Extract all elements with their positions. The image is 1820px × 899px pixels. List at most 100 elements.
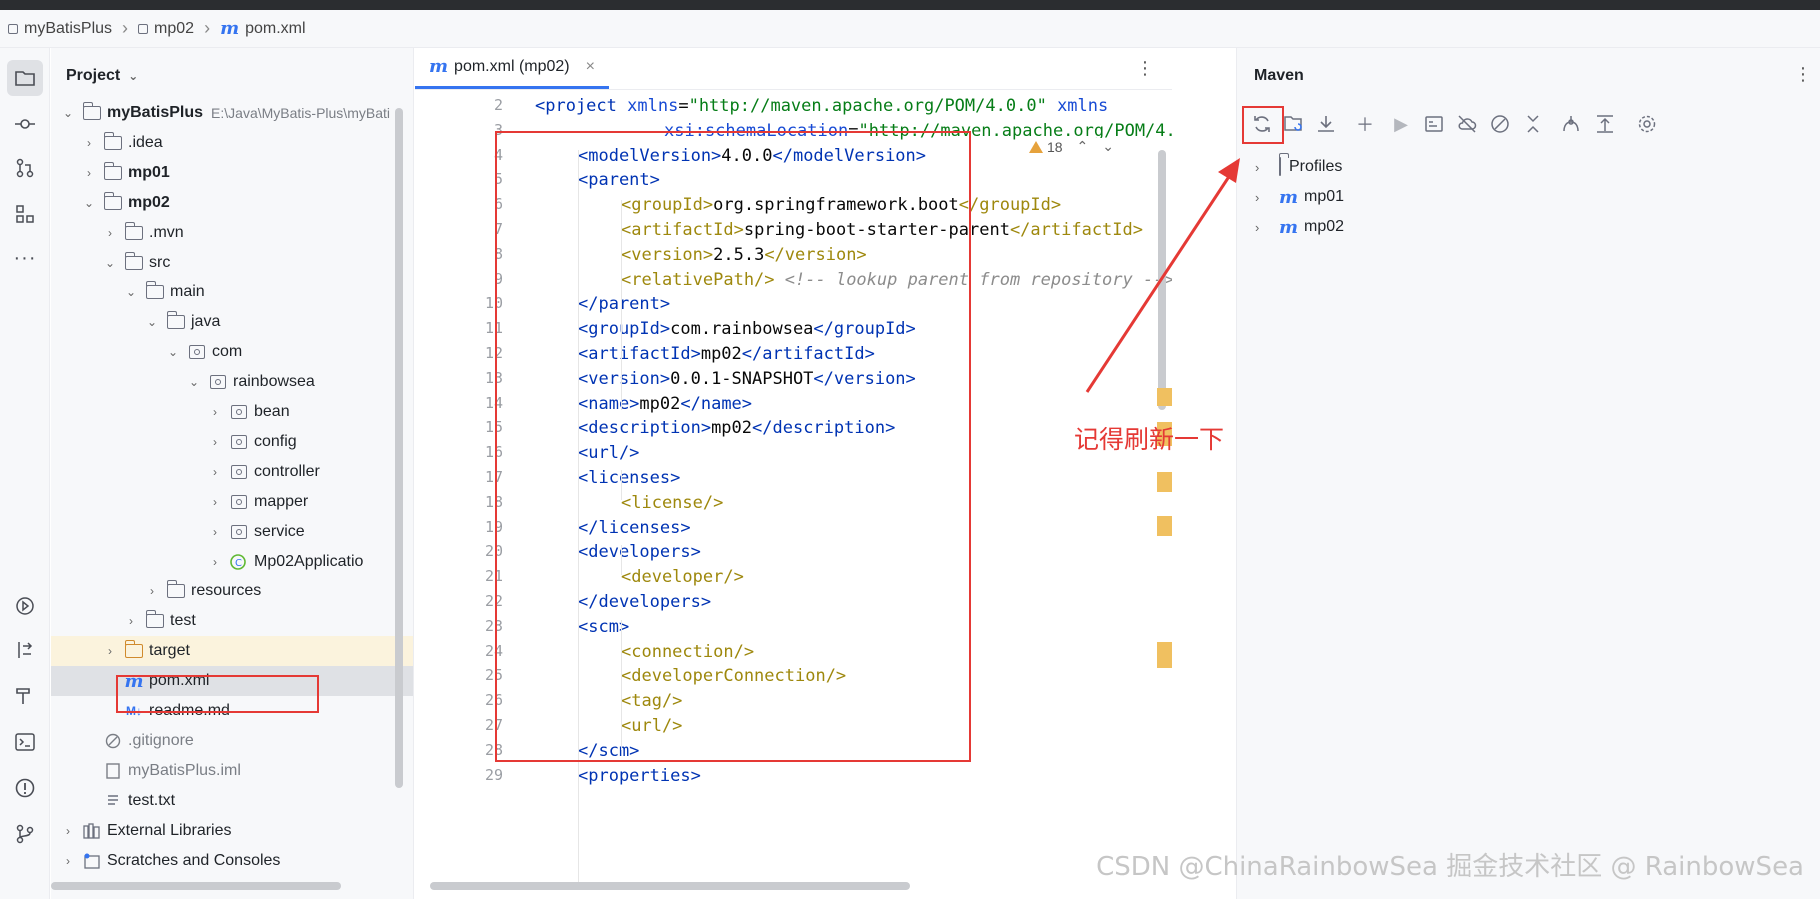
more-vertical-icon[interactable]: ⋮	[1794, 64, 1812, 85]
tree-item-config[interactable]: › config	[51, 427, 413, 457]
chevron-down-icon[interactable]: ⌄	[61, 106, 75, 120]
folder-refresh-icon	[1284, 116, 1302, 131]
line-number: 6	[493, 195, 503, 214]
line-number: 3	[493, 120, 503, 139]
chevron-down-icon[interactable]: ⌄	[82, 196, 96, 210]
chevron-right-icon[interactable]: ›	[82, 166, 96, 180]
offline-mode-button[interactable]	[1453, 110, 1481, 138]
collapse-icon	[1527, 115, 1539, 133]
tree-item-mp01[interactable]: › mp01	[51, 158, 413, 188]
tree-item-main[interactable]: ⌄ main	[51, 277, 413, 307]
chevron-right-icon[interactable]: ›	[208, 555, 222, 569]
tab-label: pom.xml (mp02)	[454, 57, 570, 75]
tab-pom-xml[interactable]: m pom.xml (mp02) ×	[415, 48, 609, 89]
tree-item-idea[interactable]: › .idea	[51, 128, 413, 158]
editor-scrollbar[interactable]	[1158, 150, 1166, 410]
tree-item-mp02applicatio[interactable]: › C Mp02Applicatio	[51, 547, 413, 577]
tree-item-java[interactable]: ⌄ java	[51, 307, 413, 337]
close-icon[interactable]: ×	[586, 58, 595, 76]
collapse-all-button[interactable]	[1519, 110, 1547, 138]
breadcrumb-item-module[interactable]: mp02	[138, 20, 194, 38]
commit-tool-button[interactable]	[7, 106, 43, 142]
chevron-down-icon[interactable]: ⌄	[187, 375, 201, 389]
tree-item-service[interactable]: › service	[51, 517, 413, 547]
line-number: 13	[484, 368, 503, 387]
services-tool-button[interactable]	[7, 588, 43, 624]
chevron-right-icon[interactable]: ›	[61, 824, 75, 838]
breadcrumb-item-project[interactable]: myBatisPlus	[8, 20, 112, 38]
tree-item-target[interactable]: › target	[51, 636, 413, 667]
chevron-right-icon[interactable]: ›	[208, 435, 222, 449]
chevron-right-icon[interactable]: ›	[61, 854, 75, 868]
chevron-down-icon[interactable]: ⌄	[145, 315, 159, 329]
tree-item-mvn[interactable]: › .mvn	[51, 218, 413, 248]
chevron-right-icon[interactable]: ›	[82, 136, 96, 150]
endpoints-tool-button[interactable]	[7, 632, 43, 668]
terminal-tool-button[interactable]	[7, 724, 43, 760]
package-icon	[230, 404, 248, 420]
chevron-down-icon[interactable]: ⌄	[166, 345, 180, 359]
add-maven-project-button[interactable]: ＋	[1351, 110, 1379, 138]
editor-horizontal-scrollbar[interactable]	[430, 882, 910, 890]
services-icon	[16, 597, 34, 615]
chevron-right-icon[interactable]: ›	[145, 584, 159, 598]
tree-item-com[interactable]: ⌄ com	[51, 337, 413, 367]
more-vertical-icon[interactable]: ⋮	[1136, 58, 1154, 79]
chevron-down-icon[interactable]: ⌄	[124, 285, 138, 299]
project-scrollbar[interactable]	[395, 108, 403, 788]
expand-all-button[interactable]	[1591, 110, 1619, 138]
pull-requests-tool-button[interactable]	[7, 150, 43, 186]
tree-item-mybatisplus[interactable]: ⌄ myBatisPlus E:\Java\MyBatis-Plus\myBati	[51, 98, 413, 128]
tree-item-rainbowsea[interactable]: ⌄ rainbowsea	[51, 367, 413, 397]
tree-item-test[interactable]: › test	[51, 606, 413, 636]
breadcrumb-item-file[interactable]: m pom.xml	[220, 18, 306, 39]
tree-item-mp02[interactable]: ⌄ mp02	[51, 188, 413, 218]
chevron-down-icon[interactable]: ⌄	[1102, 138, 1114, 155]
skip-tests-button[interactable]	[1486, 110, 1514, 138]
chevron-right-icon[interactable]: ›	[208, 525, 222, 539]
chevron-down-icon: ⌄	[128, 69, 139, 83]
generate-sources-button[interactable]	[1280, 110, 1308, 138]
problems-tool-button[interactable]	[7, 770, 43, 806]
chevron-right-icon[interactable]: ›	[103, 644, 117, 658]
maven-tree-item-mp01[interactable]: › m mp01	[1237, 182, 1344, 212]
tree-item-mapper[interactable]: › mapper	[51, 487, 413, 517]
tree-item-mybatisplus-iml[interactable]: myBatisPlus.iml	[51, 756, 413, 786]
maven-tree-item-mp02[interactable]: › m mp02	[1237, 212, 1344, 242]
tree-item-label: bean	[254, 403, 290, 420]
inspection-widget[interactable]: 18 ⌃ ⌄	[1024, 138, 1118, 155]
show-dependencies-button[interactable]	[1557, 110, 1585, 138]
git-tool-button[interactable]	[7, 816, 43, 852]
line-number: 16	[484, 443, 503, 462]
chevron-right-icon[interactable]: ›	[208, 465, 222, 479]
more-tools-button[interactable]: ···	[7, 240, 43, 276]
tree-item-gitignore[interactable]: .gitignore	[51, 726, 413, 756]
tree-item-label: myBatisPlus	[107, 104, 204, 121]
chevron-down-icon[interactable]: ⌄	[103, 256, 117, 270]
execute-goal-button[interactable]	[1420, 110, 1448, 138]
tree-item-bean[interactable]: › bean	[51, 397, 413, 427]
run-maven-build-button[interactable]: ▶	[1387, 110, 1415, 138]
tree-item-test-txt[interactable]: test.txt	[51, 786, 413, 816]
build-tool-button[interactable]	[7, 678, 43, 714]
tree-item-src[interactable]: ⌄ src	[51, 248, 413, 278]
spring-boot-app-icon: C	[230, 553, 248, 570]
chevron-up-icon[interactable]: ⌃	[1077, 138, 1089, 155]
tree-item-scratches-and-consoles[interactable]: › Scratches and Consoles	[51, 846, 413, 876]
tree-item-external-libraries[interactable]: › External Libraries	[51, 816, 413, 846]
structure-tool-button[interactable]	[7, 196, 43, 232]
maven-tree-item-profiles[interactable]: › Profiles	[1237, 152, 1342, 182]
chevron-right-icon[interactable]: ›	[208, 495, 222, 509]
ignore-file-icon	[104, 733, 122, 749]
tree-item-resources[interactable]: › resources	[51, 576, 413, 606]
project-panel-header[interactable]: Project ⌄	[51, 48, 413, 104]
chevron-right-icon[interactable]: ›	[103, 226, 117, 240]
tree-item-controller[interactable]: › controller	[51, 457, 413, 487]
maven-settings-button[interactable]	[1633, 110, 1661, 138]
chevron-right-icon[interactable]: ›	[208, 405, 222, 419]
tree-item-label: mapper	[254, 492, 309, 510]
download-sources-button[interactable]	[1312, 110, 1340, 138]
chevron-right-icon[interactable]: ›	[124, 614, 138, 628]
project-horizontal-scrollbar[interactable]	[51, 882, 341, 890]
project-tool-button[interactable]	[7, 60, 43, 96]
